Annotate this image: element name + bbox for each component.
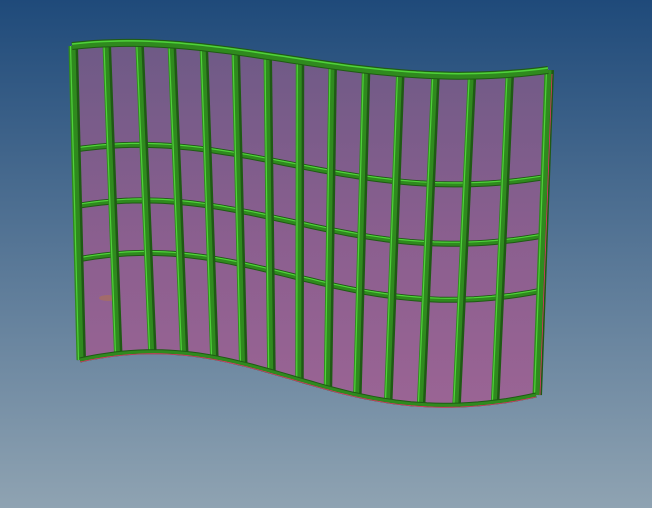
curtain-wall-model[interactable] — [68, 38, 554, 408]
mullion-highlight — [296, 60, 298, 380]
viewport-scene[interactable] — [0, 0, 652, 508]
mullion — [295, 60, 302, 380]
3d-viewport[interactable] — [0, 0, 652, 508]
